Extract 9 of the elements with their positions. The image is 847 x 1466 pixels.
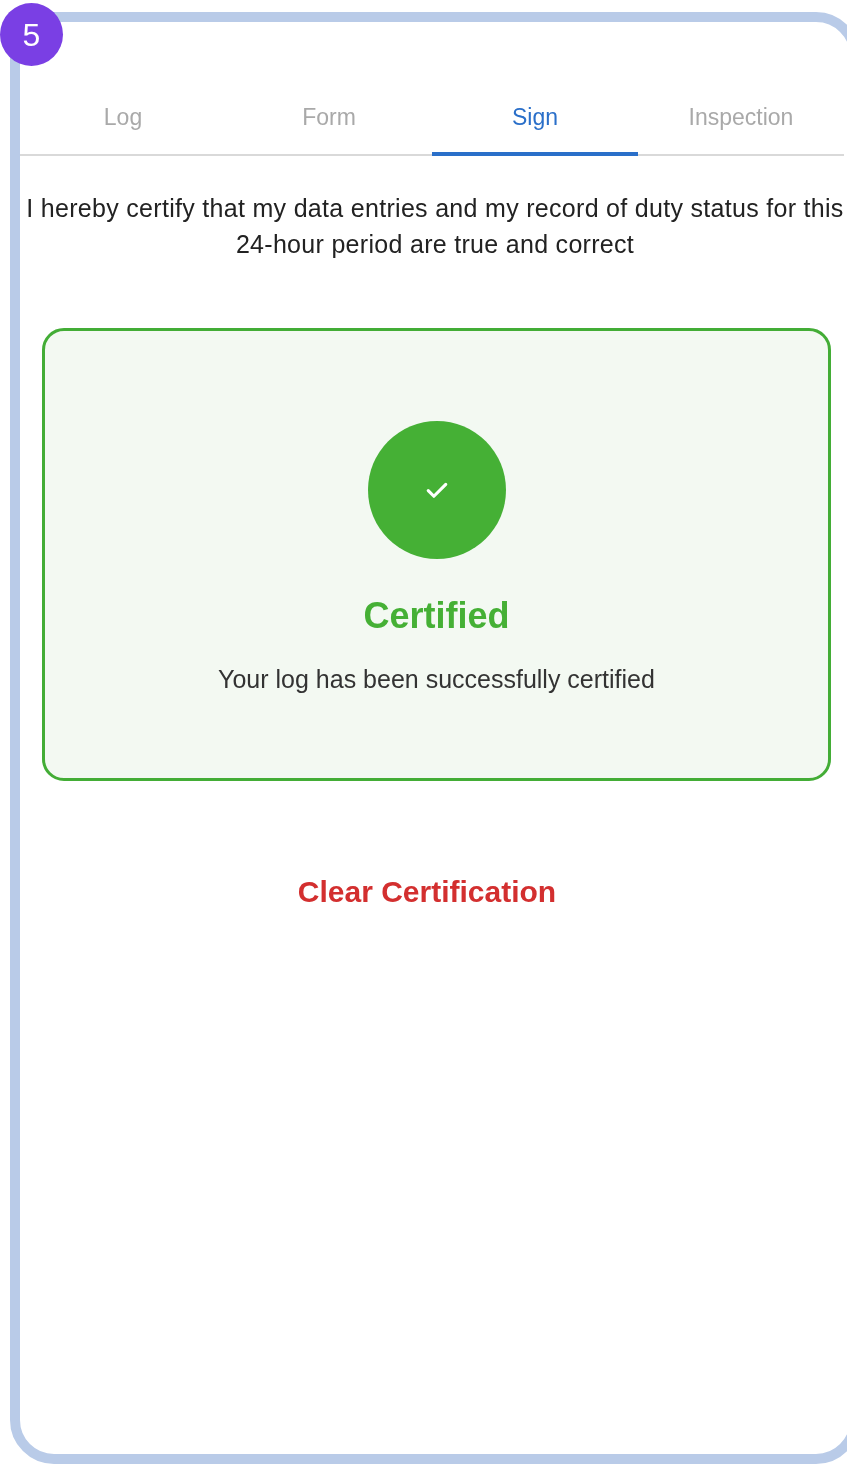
tab[interactable]: Log bbox=[20, 82, 226, 156]
step-badge: 5 bbox=[0, 3, 63, 66]
tab[interactable]: Form bbox=[226, 82, 432, 156]
clear-certification-button[interactable]: Clear Certification bbox=[289, 869, 565, 914]
status-message: Your log has been successfully certified bbox=[218, 664, 655, 695]
status-title: Certified bbox=[363, 594, 510, 638]
tab[interactable]: Inspection bbox=[638, 82, 844, 156]
tab[interactable]: Sign bbox=[432, 82, 638, 156]
certification-statement: I hereby certify that my data entries and my record of duty status for this 24-hour period are true and correct bbox=[25, 193, 845, 260]
